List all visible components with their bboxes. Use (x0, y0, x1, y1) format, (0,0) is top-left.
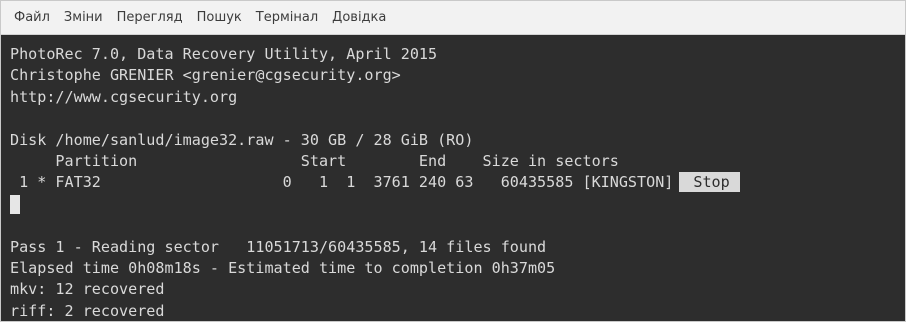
menu-edit[interactable]: Зміни (57, 7, 110, 28)
menu-file[interactable]: Файл (7, 7, 57, 28)
elapsed-time-line: Elapsed time 0h08m18s - Estimated time t… (10, 258, 556, 277)
terminal-window: Файл Зміни Перегляд Пошук Термінал Довід… (0, 0, 906, 322)
menu-bar: Файл Зміни Перегляд Пошук Термінал Довід… (1, 1, 905, 35)
header-title-line: PhotoRec 7.0, Data Recovery Utility, Apr… (10, 45, 438, 63)
partition-row-text: 1 * FAT32 0 1 1 3761 240 63 60435585 [KI… (10, 173, 674, 192)
partition-row: 1 * FAT32 0 1 1 3761 240 63 60435585 [KI… (10, 172, 905, 193)
text-cursor (10, 195, 20, 215)
menu-help[interactable]: Довідка (325, 7, 393, 28)
menu-view[interactable]: Перегляд (110, 7, 190, 28)
menu-terminal[interactable]: Термінал (249, 7, 325, 28)
pass-progress-line: Pass 1 - Reading sector 11051713/6043558… (10, 237, 547, 256)
recovered-riff-line: riff: 2 recovered (10, 301, 165, 320)
partition-columns-header: Partition Start End Size in sectors (10, 151, 619, 170)
header-url-line: http://www.cgsecurity.org (10, 87, 238, 106)
header-author-line: Christophe GRENIER <grenier@cgsecurity.o… (10, 66, 401, 85)
cursor-line (10, 194, 905, 215)
stop-button[interactable]: Stop (679, 172, 740, 193)
menu-search[interactable]: Пошук (190, 7, 249, 28)
terminal-output[interactable]: PhotoRec 7.0, Data Recovery Utility, Apr… (1, 36, 905, 321)
disk-info-line: Disk /home/sanlud/image32.raw - 30 GB / … (10, 130, 474, 149)
recovered-mkv-line: mkv: 12 recovered (10, 280, 165, 299)
